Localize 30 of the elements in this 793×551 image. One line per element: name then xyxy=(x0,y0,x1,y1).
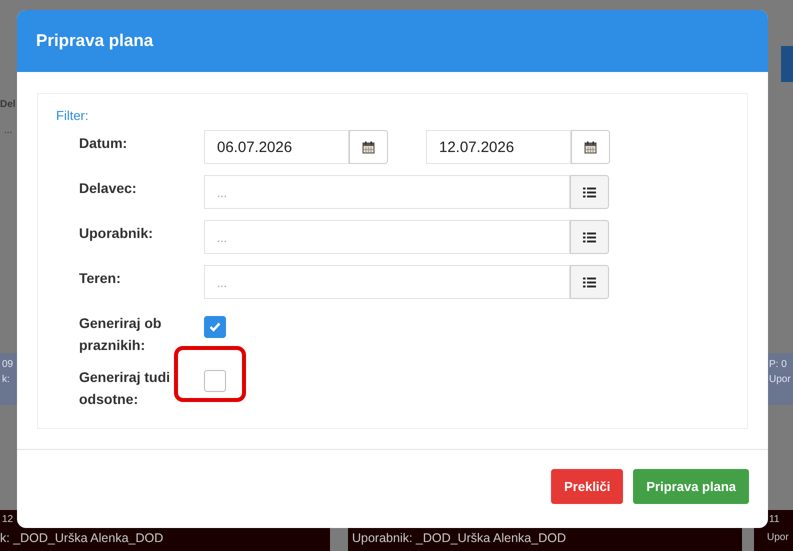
list-button[interactable] xyxy=(570,220,609,254)
list-icon xyxy=(583,232,596,242)
list-button[interactable] xyxy=(570,175,609,209)
checkbox[interactable] xyxy=(204,316,226,338)
field-label: Delavec: xyxy=(78,179,138,198)
field-label: Teren: xyxy=(78,269,122,288)
event-card[interactable]: P: 0 Upor xyxy=(768,353,793,405)
calendar-button[interactable] xyxy=(571,130,610,164)
checkbox-label: Generiraj ob praznikih: xyxy=(78,314,162,355)
calendar-icon xyxy=(584,140,597,154)
date-field[interactable]: 06.07.2026 xyxy=(204,130,349,164)
list-icon xyxy=(583,186,596,198)
dialog-title: Priprava plana xyxy=(36,31,154,51)
field-label: Datum: xyxy=(78,134,128,153)
filter-label: Filter: xyxy=(56,108,88,123)
checkbox-label: Generiraj tudi odsotne: xyxy=(78,368,172,409)
event-card[interactable]: 09 k: xyxy=(0,353,17,405)
checkbox[interactable] xyxy=(204,370,226,392)
calendar-button[interactable] xyxy=(349,130,388,164)
date-field[interactable]: 12.07.2026 xyxy=(426,130,571,164)
list-icon xyxy=(583,276,596,288)
list-button[interactable] xyxy=(570,265,609,299)
input-field[interactable]: ... xyxy=(204,175,570,209)
column-heading: Del xyxy=(0,98,16,112)
input-field[interactable]: ... xyxy=(204,265,570,299)
field-label: Uporabnik: xyxy=(78,224,154,243)
calendar-icon xyxy=(362,140,375,154)
input-field[interactable]: ... xyxy=(204,220,570,254)
check-icon xyxy=(209,322,221,332)
cancel-button[interactable]: Prekliči xyxy=(551,469,624,504)
